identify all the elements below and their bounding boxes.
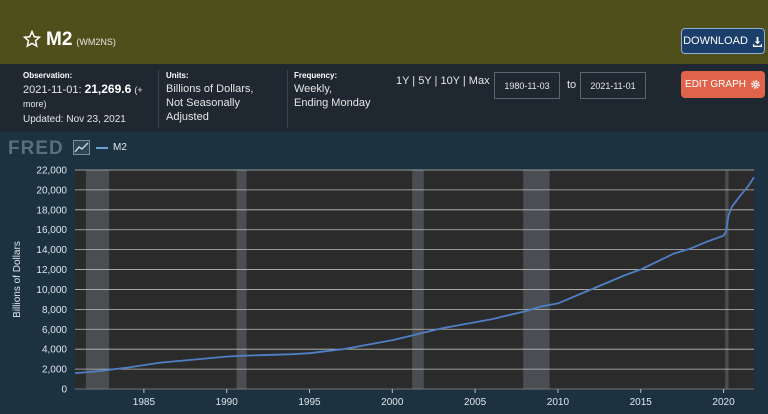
line-graph-icon: [73, 140, 90, 155]
observation-value: 21,269.6: [84, 82, 132, 96]
x-tick-label: 2010: [547, 397, 570, 408]
y-tick-label: 12,000: [36, 265, 67, 276]
y-tick-label: 4,000: [42, 345, 67, 356]
observation-block: Observation: 2021-11-01: 21,269.6 (+ mor…: [23, 70, 153, 127]
download-button[interactable]: DOWNLOAD: [681, 28, 765, 54]
range-presets[interactable]: 1Y | 5Y | 10Y | Max: [396, 75, 490, 87]
y-tick-label: 16,000: [36, 225, 67, 236]
recession-band: [523, 170, 550, 389]
observation-date: 2021-11-01:: [23, 84, 82, 96]
chart-svg: 0 2,000 4,000 6,000 8,000 10,000 12,000 14,000 1…: [12, 166, 755, 408]
recession-band: [85, 170, 110, 389]
units-label: Units:: [166, 71, 189, 80]
updated-date: Updated: Nov 23, 2021: [23, 114, 126, 125]
series-title: M2 (WM2NS): [46, 29, 116, 51]
observation-label: Observation:: [23, 71, 73, 80]
y-tick-label: 8,000: [42, 305, 67, 316]
gear-icon: [751, 80, 760, 89]
divider: [158, 70, 159, 128]
y-tick-label: 10,000: [36, 285, 67, 296]
x-tick-label: 1990: [216, 397, 239, 408]
chart-area: 0 2,000 4,000 6,000 8,000 10,000 12,000 14,000 1…: [0, 132, 768, 414]
frequency-block: Frequency: Weekly, Ending Monday: [294, 70, 384, 110]
series-name: M2: [46, 29, 73, 50]
download-icon: [752, 36, 762, 47]
range-to-label: to: [567, 79, 577, 91]
y-tick-label: 6,000: [42, 325, 67, 336]
recession-band: [412, 170, 424, 389]
metadata-bar: Observation: 2021-11-01: 21,269.6 (+ mor…: [0, 64, 768, 132]
frequency-line2: Ending Monday: [294, 97, 371, 109]
x-tick-label: 1985: [133, 397, 156, 408]
divider: [287, 70, 288, 128]
y-axis-label: Billions of Dollars: [12, 241, 23, 318]
star-icon[interactable]: [23, 30, 41, 48]
frequency-line1: Weekly,: [294, 83, 333, 95]
fred-logo: FRED: [8, 138, 64, 159]
frequency-label: Frequency:: [294, 71, 338, 80]
units-line2: Not Seasonally Adjusted: [166, 97, 240, 123]
legend-label: M2: [113, 142, 127, 153]
chart-legend: M2: [96, 142, 127, 153]
y-tick-label: 20,000: [36, 185, 67, 196]
title-bar: M2 (WM2NS) DOWNLOAD: [0, 18, 768, 64]
start-date-input[interactable]: 1980-11-03: [494, 72, 560, 99]
y-tick-label: 2,000: [42, 365, 67, 376]
x-tick-label: 2005: [464, 397, 487, 408]
units-line1: Billions of Dollars,: [166, 83, 254, 95]
units-block: Units: Billions of Dollars, Not Seasonal…: [166, 70, 284, 124]
legend-swatch: [96, 146, 108, 149]
recession-band: [725, 170, 729, 389]
observation-line: 2021-11-01: 21,269.6 (+ more): [23, 82, 153, 111]
x-tick-label: 2000: [381, 397, 404, 408]
download-label: DOWNLOAD: [683, 35, 748, 47]
x-tick-label: 2020: [712, 397, 735, 408]
y-tick-label: 18,000: [36, 205, 67, 216]
x-tick-label: 1995: [298, 397, 321, 408]
y-tick-label: 0: [61, 385, 67, 396]
series-id: (WM2NS): [76, 37, 116, 47]
x-tick-label: 2015: [630, 397, 653, 408]
edit-graph-button[interactable]: EDIT GRAPH: [681, 71, 765, 98]
end-date-input[interactable]: 2021-11-01: [580, 72, 646, 99]
y-tick-label: 22,000: [36, 166, 67, 177]
edit-graph-label: EDIT GRAPH: [685, 79, 746, 90]
y-tick-label: 14,000: [36, 245, 67, 256]
